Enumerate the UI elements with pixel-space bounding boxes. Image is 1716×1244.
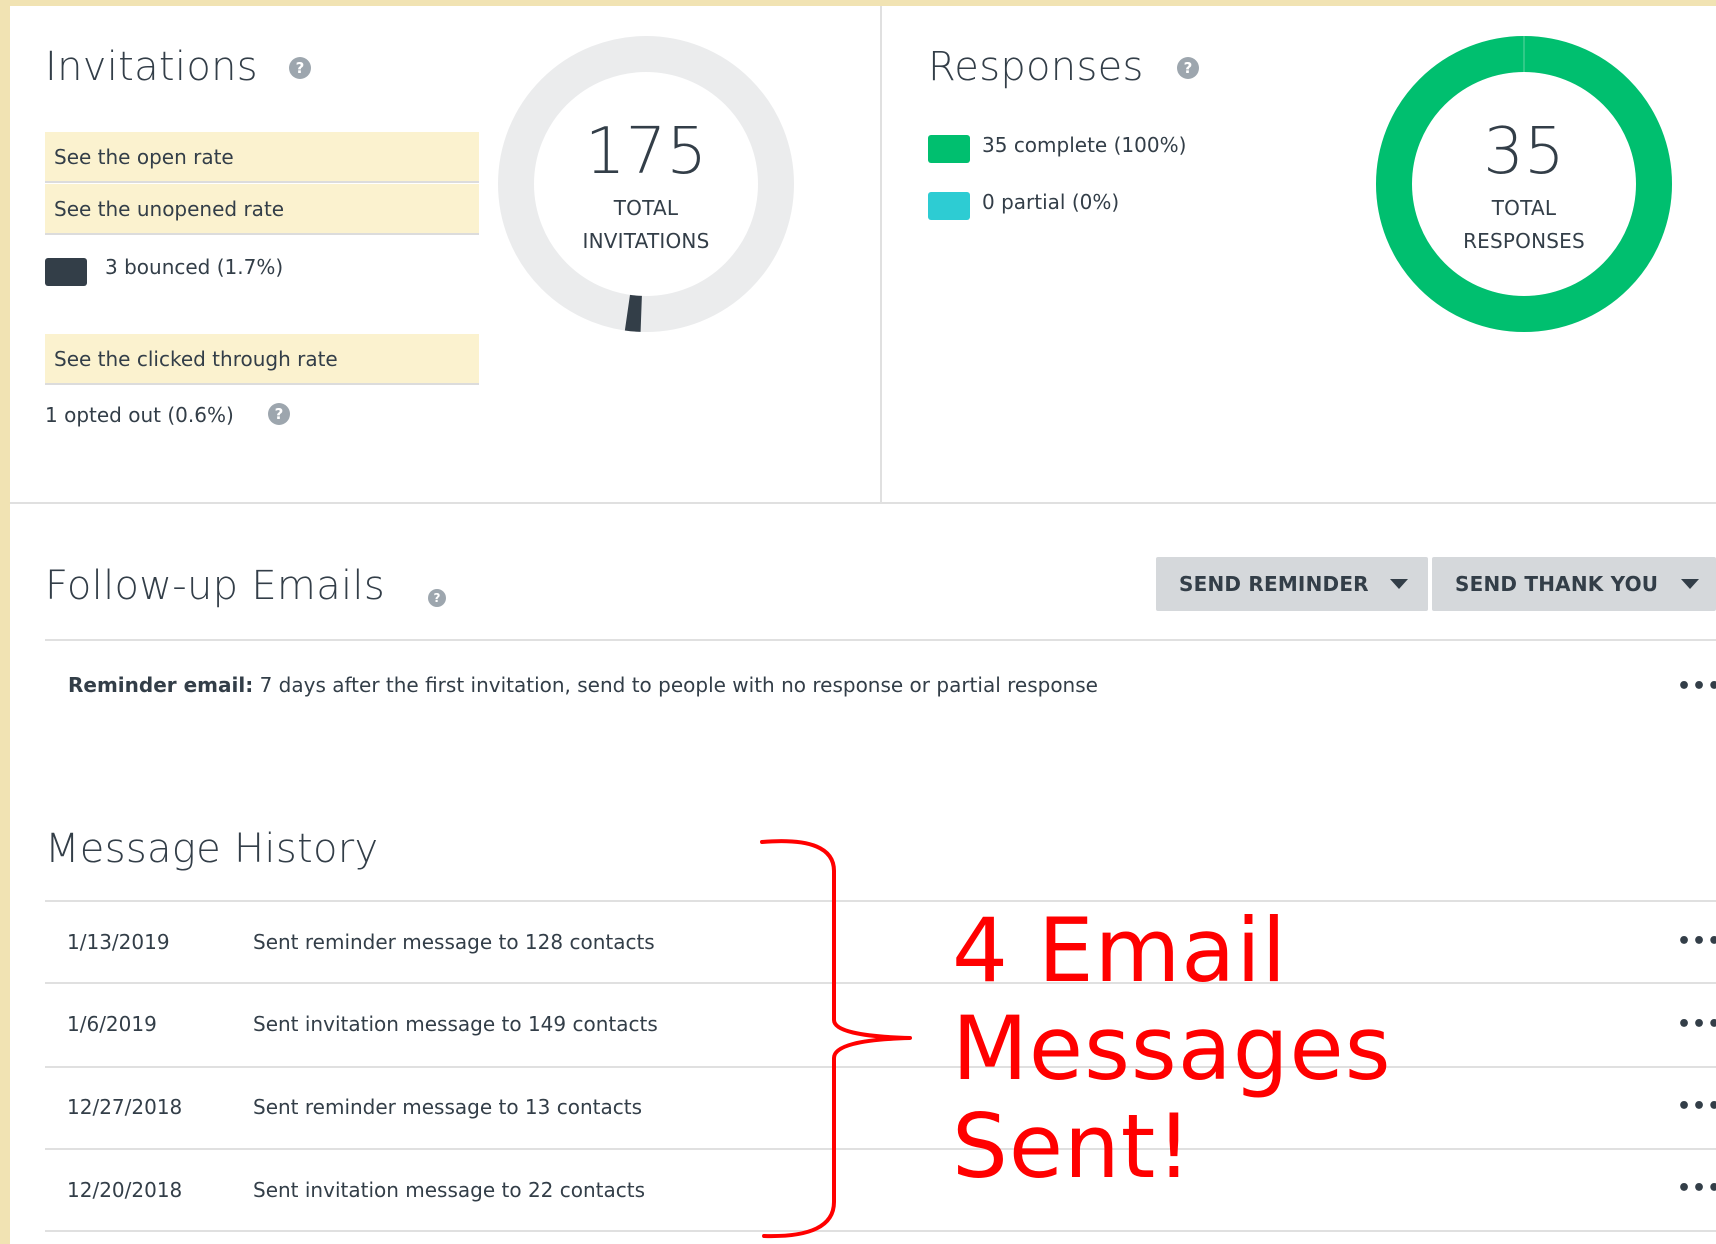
reminder-email-label: Reminder email:: [68, 673, 254, 697]
row-more-menu[interactable]: •••: [1677, 1014, 1716, 1036]
opted-out-help-icon[interactable]: ?: [268, 403, 290, 425]
panel-divider-vertical: [880, 6, 882, 502]
annotation-line-3: Sent!: [952, 1095, 1193, 1198]
responses-help-icon[interactable]: ?: [1177, 57, 1199, 79]
followup-title: Follow-up Emails: [45, 563, 385, 609]
total-invitations-value: 175: [584, 115, 708, 189]
send-thank-you-button[interactable]: SEND THANK YOU: [1432, 557, 1716, 611]
partial-legend: 0 partial (0%): [982, 190, 1119, 214]
send-thank-you-label: SEND THANK YOU: [1455, 572, 1659, 596]
row-message: Sent invitation message to 149 contacts: [253, 1012, 658, 1036]
reminder-email-rule: Reminder email: 7 days after the first i…: [68, 673, 1098, 697]
total-invitations-label-line2: INVITATIONS: [582, 229, 710, 253]
row-message: Sent reminder message to 128 contacts: [253, 930, 655, 954]
row-more-menu[interactable]: •••: [1677, 931, 1716, 953]
open-rate-link[interactable]: See the open rate: [45, 132, 479, 183]
reminder-email-description: 7 days after the first invitation, send …: [253, 673, 1098, 697]
chevron-down-icon: [1390, 579, 1408, 589]
opted-out-count: 1: [45, 403, 58, 427]
total-responses-value: 35: [1483, 115, 1565, 189]
send-reminder-label: SEND REMINDER: [1179, 572, 1369, 596]
partial-swatch: [928, 192, 970, 220]
panel-divider-horizontal: [10, 502, 1716, 504]
partial-text: partial (0%): [1001, 190, 1120, 214]
row-message: Sent reminder message to 13 contacts: [253, 1095, 643, 1119]
responses-donut-center: 35 TOTAL RESPONSES: [1424, 120, 1624, 258]
complete-count: 35: [982, 133, 1008, 157]
opted-out-legend: 1 opted out (0.6%): [45, 403, 234, 427]
survey-summary-page: Invitations ? See the open rate See the …: [10, 6, 1716, 1244]
total-responses-label-line1: TOTAL: [1491, 196, 1557, 220]
clicked-through-rate-link[interactable]: See the clicked through rate: [45, 334, 479, 385]
row-message: Sent invitation message to 22 contacts: [253, 1178, 646, 1202]
invitations-title: Invitations: [45, 44, 258, 90]
bounced-legend: 3 bounced (1.7%): [105, 255, 283, 279]
partial-count: 0: [982, 190, 995, 214]
message-history-title: Message History: [45, 826, 379, 872]
bounced-text: bounced (1.7%): [124, 255, 284, 279]
complete-swatch: [928, 135, 970, 163]
annotation-line-1: 4 Email: [952, 899, 1288, 1002]
complete-legend: 35 complete (100%): [982, 133, 1186, 157]
followup-divider: [45, 639, 1716, 641]
send-reminder-button[interactable]: SEND REMINDER: [1156, 557, 1428, 611]
row-date: 1/6/2019: [67, 1012, 157, 1036]
bounced-swatch: [45, 258, 87, 286]
responses-title: Responses: [928, 44, 1144, 90]
row-date: 12/27/2018: [67, 1095, 183, 1119]
annotation-bracket: [760, 839, 912, 1239]
invitations-donut-bounced-segment: [624, 294, 643, 332]
row-more-menu[interactable]: •••: [1677, 1178, 1716, 1200]
row-more-menu[interactable]: •••: [1677, 1096, 1716, 1118]
complete-text: complete (100%): [1013, 133, 1187, 157]
total-invitations-label-line1: TOTAL: [613, 196, 679, 220]
invitations-donut-center: 175 TOTAL INVITATIONS: [546, 120, 746, 258]
reminder-more-menu[interactable]: •••: [1677, 676, 1716, 698]
chevron-down-icon: [1681, 579, 1699, 589]
row-date: 12/20/2018: [67, 1178, 183, 1202]
opted-out-text: opted out (0.6%): [64, 403, 234, 427]
annotation-text: 4 Email Messages Sent!: [952, 902, 1392, 1196]
invitations-help-icon[interactable]: ?: [289, 57, 311, 79]
total-responses-label-line2: RESPONSES: [1463, 229, 1585, 253]
row-date: 1/13/2019: [67, 930, 170, 954]
annotation-line-2: Messages: [952, 997, 1392, 1100]
unopened-rate-link[interactable]: See the unopened rate: [45, 184, 479, 235]
followup-help-icon[interactable]: ?: [428, 589, 446, 607]
bounced-count: 3: [105, 255, 118, 279]
